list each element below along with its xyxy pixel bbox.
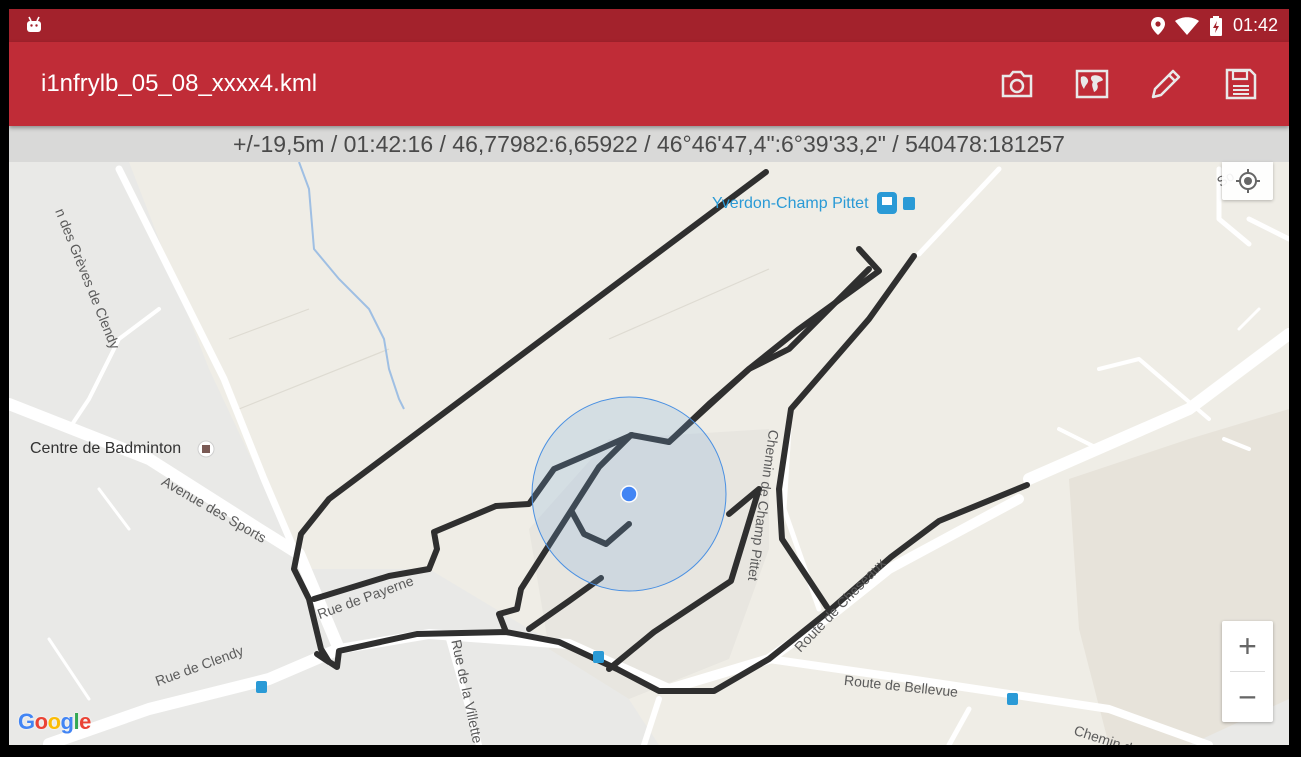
google-logo: Google	[18, 709, 91, 734]
zoom-controls: + −	[1222, 621, 1273, 722]
train-window-icon	[882, 197, 892, 205]
app-bar: i1nfrylb_05_08_xxxx4.kml	[9, 42, 1289, 126]
save-button[interactable]	[1219, 62, 1263, 106]
wifi-icon	[1174, 16, 1199, 35]
poi-label-badminton[interactable]: Centre de Badminton	[30, 440, 181, 458]
bus-stop-icon[interactable]	[903, 197, 915, 210]
bus-stop-icon[interactable]	[1007, 693, 1018, 705]
bus-stop-icon[interactable]	[593, 651, 604, 663]
zoom-out-button[interactable]: −	[1222, 672, 1273, 722]
map-view[interactable]: Centre de Badminton Yverdon-Champ Pittet…	[9, 126, 1289, 745]
save-icon	[1225, 68, 1257, 100]
bus-stop-icon[interactable]	[256, 681, 267, 693]
camera-icon	[1001, 70, 1033, 98]
location-icon	[1150, 16, 1165, 35]
battery-charging-icon	[1209, 15, 1222, 36]
map-canvas[interactable]	[9, 126, 1289, 745]
status-bar: 01:42	[9, 9, 1289, 42]
badminton-poi-icon	[202, 445, 210, 453]
map-icon	[1075, 69, 1109, 99]
edit-icon	[1151, 69, 1181, 99]
camera-button[interactable]	[995, 62, 1039, 106]
device-screen: 01:42 i1nfrylb_05_08_xxxx4.kml +/-19,5m …	[9, 9, 1289, 745]
map-button[interactable]	[1070, 62, 1114, 106]
my-location-icon	[1235, 169, 1260, 193]
my-location-button[interactable]	[1222, 162, 1273, 200]
file-title: i1nfrylb_05_08_xxxx4.kml	[41, 70, 318, 97]
poi-label-station[interactable]: Yverdon-Champ Pittet	[712, 195, 869, 213]
status-time: 01:42	[1232, 15, 1278, 35]
zoom-in-button[interactable]: +	[1222, 621, 1273, 671]
android-notification-icon	[27, 16, 41, 32]
edit-button[interactable]	[1144, 62, 1188, 106]
position-info-bar: +/-19,5m / 01:42:16 / 46,77982:6,65922 /…	[9, 126, 1289, 162]
current-location-dot	[620, 485, 638, 503]
